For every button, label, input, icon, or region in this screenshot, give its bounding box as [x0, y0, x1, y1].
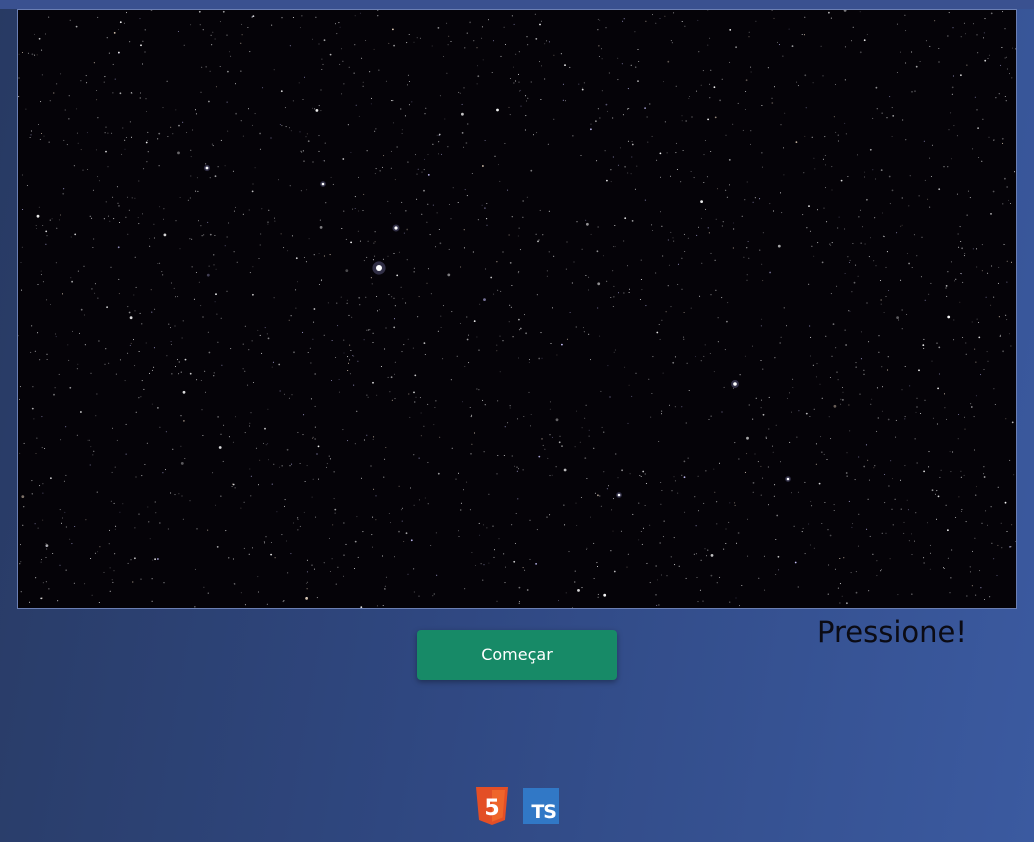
tech-footer: 5 TS	[474, 787, 564, 827]
html5-icon: 5	[474, 787, 510, 825]
status-message: Pressione!	[817, 615, 967, 649]
game-canvas[interactable]	[17, 9, 1017, 609]
starfield	[18, 10, 1016, 608]
html5-label: 5	[484, 796, 499, 821]
typescript-label: TS	[531, 801, 557, 823]
typescript-icon: TS	[523, 788, 559, 824]
start-button[interactable]: Começar	[417, 630, 617, 680]
top-strip	[0, 0, 1034, 9]
